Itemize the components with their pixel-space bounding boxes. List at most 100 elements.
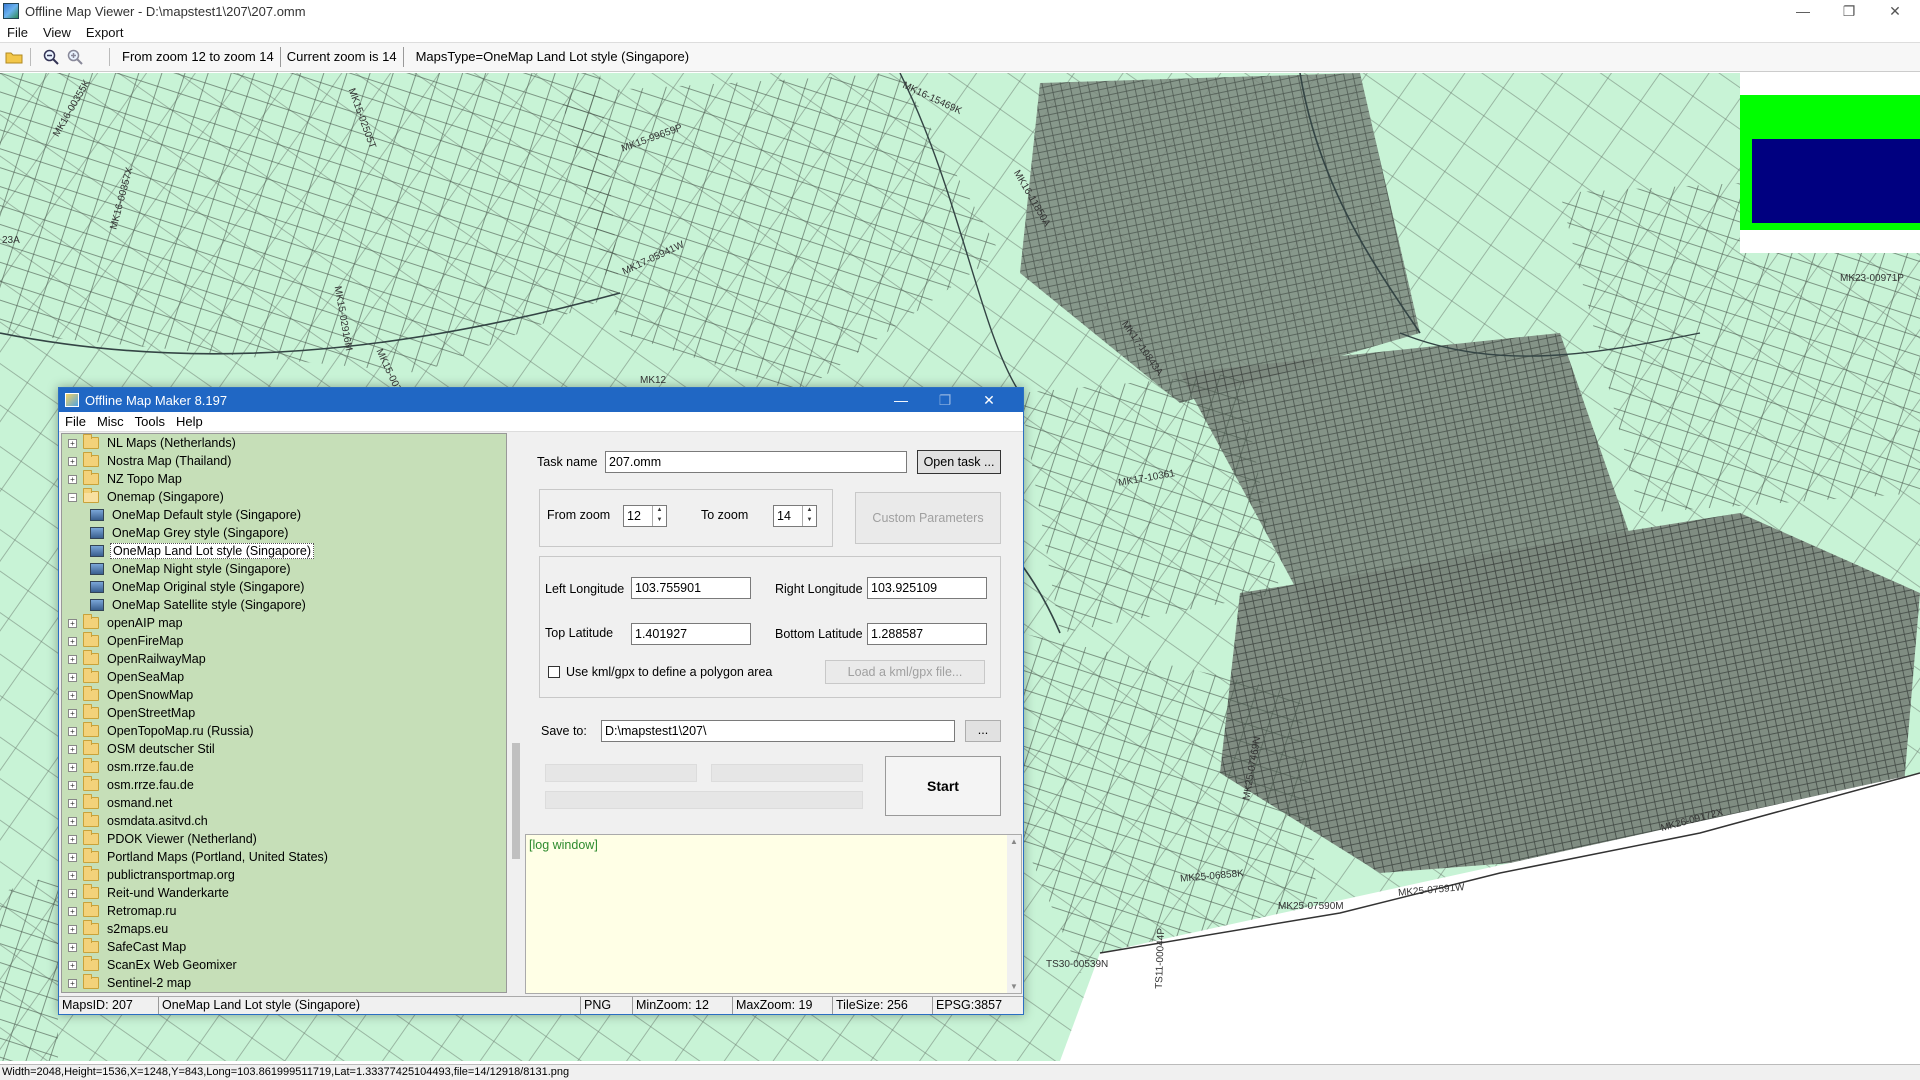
expand-icon[interactable]: + — [68, 888, 77, 898]
tree-item[interactable]: + ScanEx Web Geomixer — [62, 956, 506, 974]
expand-icon[interactable]: + — [68, 726, 77, 736]
up-arrow-icon[interactable]: ▲ — [803, 506, 816, 516]
kml-checkbox[interactable] — [548, 666, 560, 678]
tree-item[interactable]: OneMap Night style (Singapore) — [62, 560, 506, 578]
tree-item[interactable]: + OpenTopoMap.ru (Russia) — [62, 722, 506, 740]
expand-icon[interactable]: + — [68, 870, 77, 880]
open-folder-icon[interactable] — [4, 47, 24, 67]
tree-item[interactable]: − Onemap (Singapore) — [62, 488, 506, 506]
expand-icon[interactable]: + — [68, 852, 77, 862]
tree-item[interactable]: OneMap Satellite style (Singapore) — [62, 596, 506, 614]
tree-scrollbar[interactable] — [509, 433, 523, 993]
tree-item[interactable]: OneMap Grey style (Singapore) — [62, 524, 506, 542]
to-zoom-spinner[interactable]: 14 ▲ ▼ — [773, 505, 817, 527]
tree-item[interactable]: + Sentinel-2 map — [62, 974, 506, 992]
expand-icon[interactable]: + — [68, 816, 77, 826]
expand-icon[interactable]: + — [68, 942, 77, 952]
tree-item[interactable]: + OpenSeaMap — [62, 668, 506, 686]
tree-item[interactable]: OneMap Original style (Singapore) — [62, 578, 506, 596]
tree-item[interactable]: + OpenStreetMap — [62, 704, 506, 722]
task-name-input[interactable]: 207.omm — [605, 451, 907, 473]
expand-icon[interactable]: + — [68, 762, 77, 772]
tree-item[interactable]: + publictransportmap.org — [62, 866, 506, 884]
dialog-menu-help[interactable]: Help — [176, 414, 203, 429]
tree-item[interactable]: + osm.rrze.fau.de — [62, 776, 506, 794]
map-label: 23A — [2, 235, 20, 246]
down-arrow-icon[interactable]: ▼ — [653, 516, 666, 526]
start-button[interactable]: Start — [885, 756, 1001, 816]
left-longitude-input[interactable]: 103.755901 — [631, 577, 751, 599]
tree-item[interactable]: + SafeCast Map — [62, 938, 506, 956]
dialog-close-button[interactable]: ✕ — [967, 388, 1011, 412]
folder-icon — [83, 974, 99, 989]
spinner-arrows[interactable]: ▲ ▼ — [652, 506, 666, 526]
menu-file[interactable]: File — [7, 25, 28, 40]
expand-icon[interactable]: + — [68, 654, 77, 664]
tree-item[interactable]: + osm.rrze.fau.de — [62, 758, 506, 776]
tree-item[interactable]: + OpenRailwayMap — [62, 650, 506, 668]
expand-icon[interactable]: + — [68, 618, 77, 628]
dialog-minimize-button[interactable]: — — [879, 388, 923, 412]
expand-icon[interactable]: + — [68, 708, 77, 718]
custom-parameters-button[interactable]: Custom Parameters — [855, 492, 1001, 544]
tree-item[interactable]: + Portland Maps (Portland, United States) — [62, 848, 506, 866]
down-arrow-icon[interactable]: ▼ — [803, 516, 816, 526]
expand-icon[interactable]: + — [68, 780, 77, 790]
tree-item[interactable]: + Reit-und Wanderkarte — [62, 884, 506, 902]
dialog-menu-misc[interactable]: Misc — [97, 414, 124, 429]
tree-item[interactable]: + OpenFireMap — [62, 632, 506, 650]
expand-icon[interactable]: + — [68, 960, 77, 970]
tree-item[interactable]: + OSM deutscher Stil — [62, 740, 506, 758]
expand-icon[interactable]: + — [68, 834, 77, 844]
expand-icon[interactable]: + — [68, 456, 77, 466]
tree-item[interactable]: + Nostra Map (Thailand) — [62, 452, 506, 470]
tree-item[interactable]: OneMap Default style (Singapore) — [62, 506, 506, 524]
up-arrow-icon[interactable]: ▲ — [653, 506, 666, 516]
collapse-icon[interactable]: − — [68, 492, 77, 502]
tree-item[interactable]: + openAIP map — [62, 614, 506, 632]
spinner-arrows[interactable]: ▲ ▼ — [802, 506, 816, 526]
from-zoom-spinner[interactable]: 12 ▲ ▼ — [623, 505, 667, 527]
map-source-tree[interactable]: + NL Maps (Netherlands) + Nostra Map (Thail… — [61, 433, 507, 993]
expand-icon[interactable]: + — [68, 978, 77, 988]
log-scrollbar[interactable]: ▲ ▼ — [1007, 835, 1021, 993]
minimize-button[interactable]: — — [1780, 0, 1826, 22]
load-kml-button[interactable]: Load a kml/gpx file... — [825, 660, 985, 684]
dialog-menu-tools[interactable]: Tools — [135, 414, 165, 429]
tree-item[interactable]: + PDOK Viewer (Netherland) — [62, 830, 506, 848]
scrollbar-thumb[interactable] — [512, 743, 520, 859]
overview-preview[interactable] — [1740, 73, 1920, 253]
save-to-input[interactable]: D:\mapstest1\207\ — [601, 720, 955, 742]
expand-icon[interactable]: + — [68, 672, 77, 682]
tree-item[interactable]: + Retromap.ru — [62, 902, 506, 920]
tree-item[interactable]: + NL Maps (Netherlands) — [62, 434, 506, 452]
browse-button[interactable]: ... — [965, 720, 1001, 742]
close-button[interactable]: ✕ — [1872, 0, 1918, 22]
expand-icon[interactable]: + — [68, 474, 77, 484]
tree-item[interactable]: + osmdata.asitvd.ch — [62, 812, 506, 830]
dialog-maximize-button[interactable]: ❐ — [923, 388, 967, 412]
tree-item[interactable]: OneMap Land Lot style (Singapore) — [62, 542, 506, 560]
right-longitude-input[interactable]: 103.925109 — [867, 577, 987, 599]
menu-export[interactable]: Export — [86, 25, 124, 40]
expand-icon[interactable]: + — [68, 690, 77, 700]
bottom-latitude-input[interactable]: 1.288587 — [867, 623, 987, 645]
maximize-button[interactable]: ❐ — [1826, 0, 1872, 22]
tree-item[interactable]: + s2maps.eu — [62, 920, 506, 938]
zoom-in-icon[interactable] — [65, 47, 85, 67]
menu-view[interactable]: View — [43, 25, 71, 40]
expand-icon[interactable]: + — [68, 906, 77, 916]
open-task-button[interactable]: Open task ... — [917, 450, 1001, 474]
log-window[interactable]: [log window] ▲ ▼ — [525, 834, 1022, 994]
expand-icon[interactable]: + — [68, 744, 77, 754]
tree-item[interactable]: + NZ Topo Map — [62, 470, 506, 488]
tree-item[interactable]: + osmand.net — [62, 794, 506, 812]
expand-icon[interactable]: + — [68, 636, 77, 646]
dialog-menu-file[interactable]: File — [65, 414, 86, 429]
top-latitude-input[interactable]: 1.401927 — [631, 623, 751, 645]
tree-item[interactable]: + OpenSnowMap — [62, 686, 506, 704]
expand-icon[interactable]: + — [68, 438, 77, 448]
expand-icon[interactable]: + — [68, 798, 77, 808]
zoom-out-icon[interactable] — [41, 47, 61, 67]
expand-icon[interactable]: + — [68, 924, 77, 934]
